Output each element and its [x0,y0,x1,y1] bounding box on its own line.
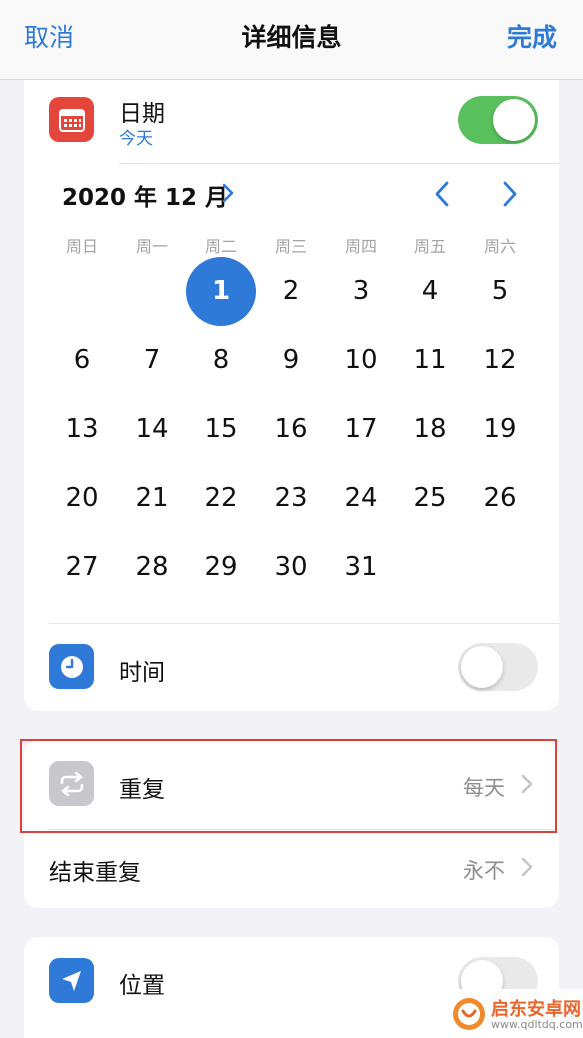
chevron-right-icon [521,857,533,877]
navigation-bar: 取消 详细信息 完成 [0,0,583,80]
calendar-day[interactable]: 9 [256,326,326,395]
repeat-row[interactable]: 重复 每天 [24,741,559,829]
calendar-day[interactable]: 6 [47,326,117,395]
repeat-icon [49,761,94,806]
watermark: 启东安卓网 www.qdltdq.com [444,989,583,1038]
time-toggle[interactable] [458,643,538,691]
repeat-row-title: 重复 [119,777,165,803]
date-toggle[interactable] [458,96,538,144]
calendar-icon [49,97,94,142]
calendar-day[interactable]: 17 [326,395,396,464]
toggle-knob [461,646,503,688]
calendar-day[interactable]: 8 [186,326,256,395]
weekday-label: 周一 [135,237,168,256]
calendar-day[interactable]: 19 [465,395,535,464]
calendar-day[interactable]: 5 [465,257,535,326]
calendar-day[interactable]: 18 [395,395,465,464]
calendar-day-selected[interactable]: 1 [186,257,256,326]
previous-month-icon[interactable] [433,180,451,208]
calendar-day[interactable]: 13 [47,395,117,464]
calendar-day[interactable]: 14 [117,395,187,464]
divider [49,623,559,624]
calendar-day[interactable]: 4 [395,257,465,326]
calendar-day[interactable]: 22 [186,464,256,533]
location-row-title: 位置 [119,973,165,999]
calendar-day[interactable]: 26 [465,464,535,533]
calendar-day[interactable]: 30 [256,533,326,602]
calendar-day[interactable]: 12 [465,326,535,395]
calendar-day[interactable]: 10 [326,326,396,395]
location-arrow-icon [49,958,94,1003]
calendar-day[interactable]: 28 [117,533,187,602]
page-title: 详细信息 [241,23,342,52]
date-time-card: 日期 今天 2020 年 12 月 周日 周一 周二 周三 周四 周五 周六 1… [24,80,559,711]
toggle-knob [493,99,535,141]
date-row-subtitle[interactable]: 今天 [119,124,153,149]
watermark-url: www.qdltdq.com [491,1018,583,1031]
time-row-title: 时间 [119,660,165,686]
divider [119,163,559,164]
date-row-title: 日期 [119,101,165,127]
calendar-day[interactable]: 2 [256,257,326,326]
next-month-icon[interactable] [501,180,519,208]
weekday-label: 周三 [274,237,307,256]
calendar-day[interactable]: 16 [256,395,326,464]
calendar-day[interactable]: 23 [256,464,326,533]
weekday-label: 周二 [204,237,237,256]
month-label[interactable]: 2020 年 12 月 [62,178,228,212]
chevron-right-icon[interactable] [222,183,234,203]
chevron-right-icon [521,774,533,794]
clock-icon [49,644,94,689]
calendar-day[interactable]: 27 [47,533,117,602]
calendar-day[interactable]: 24 [326,464,396,533]
calendar-day[interactable]: 31 [326,533,396,602]
weekday-label: 周五 [413,237,446,256]
calendar-day[interactable]: 20 [47,464,117,533]
calendar-day[interactable]: 11 [395,326,465,395]
weekday-label: 周四 [344,237,377,256]
repeat-value: 每天 [463,776,505,800]
end-repeat-row[interactable]: 结束重复 永不 [24,830,559,908]
calendar-day[interactable]: 15 [186,395,256,464]
calendar-day[interactable]: 21 [117,464,187,533]
repeat-card: 重复 每天 结束重复 永不 [24,741,559,908]
weekday-label: 周日 [65,237,98,256]
calendar-day[interactable]: 3 [326,257,396,326]
weekday-label: 周六 [483,237,516,256]
end-repeat-value: 永不 [463,859,505,883]
done-button[interactable]: 完成 [507,18,557,54]
calendar-day[interactable]: 29 [186,533,256,602]
calendar-day[interactable]: 25 [395,464,465,533]
calendar-day[interactable]: 7 [117,326,187,395]
watermark-logo-icon [453,998,485,1030]
end-repeat-row-title: 结束重复 [49,860,141,886]
